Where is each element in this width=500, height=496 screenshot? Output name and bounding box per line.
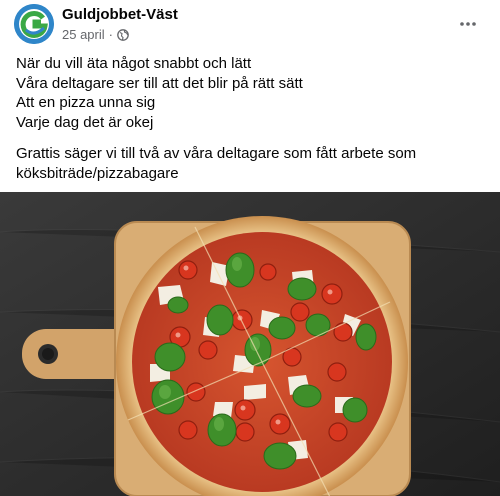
post-header: Guldjobbet-Väst 25 april ·: [0, 0, 500, 48]
facebook-post: Guldjobbet-Väst 25 april · När du vill ä…: [0, 0, 500, 496]
more-options-button[interactable]: [454, 10, 482, 38]
message-line: Våra deltagare ser till att det blir på …: [16, 74, 303, 92]
guldjobbet-logo-icon: [14, 4, 54, 44]
page-avatar[interactable]: [14, 4, 54, 44]
author-name[interactable]: Guldjobbet-Väst: [62, 6, 178, 23]
message-line: Att en pizza unna sig: [16, 94, 156, 111]
globe-icon: [117, 28, 129, 41]
pizza: [116, 216, 408, 496]
message-line: Varje dag det är okej: [16, 113, 154, 131]
more-options-icon: [460, 22, 476, 26]
pizza-photo: [0, 192, 500, 496]
message-line: När du vill äta något snabbt och lätt: [16, 55, 252, 72]
post-date[interactable]: 25 april: [62, 27, 105, 42]
post-meta: 25 april ·: [62, 27, 129, 42]
message-paragraph: Grattis säger vi till två av våra deltag…: [16, 145, 417, 182]
post-photo[interactable]: [0, 192, 500, 496]
post-message: När du vill äta något snabbt och lätt Vå…: [16, 54, 486, 183]
meta-separator: ·: [108, 27, 113, 42]
